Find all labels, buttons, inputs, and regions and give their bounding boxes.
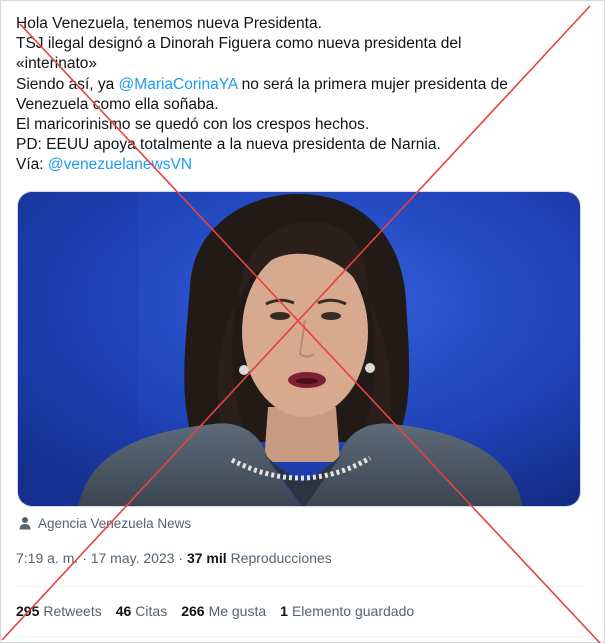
tweet-line: Hola Venezuela, tenemos nueva Presidenta… bbox=[16, 15, 322, 32]
tweet-line-text: no será la primera mujer presidenta de bbox=[237, 75, 508, 93]
quotes-stat[interactable]: 46 Citas bbox=[116, 603, 167, 619]
tweet-photo[interactable] bbox=[17, 191, 581, 507]
views-label: Reproducciones bbox=[230, 550, 332, 566]
retweets-stat[interactable]: 295 Retweets bbox=[16, 603, 102, 619]
tweet-line: TSJ ilegal designó a Dinorah Figuera com… bbox=[16, 35, 462, 53]
meta-separator: · bbox=[174, 550, 187, 566]
likes-count: 266 bbox=[181, 603, 205, 619]
tweet-date[interactable]: 17 may. 2023 bbox=[91, 550, 175, 566]
tweet-line: «interinato» bbox=[16, 55, 98, 73]
tweet-line: El maricorinismo se quedó con los crespo… bbox=[16, 116, 370, 134]
tweet-line: Venezuela como ella soñaba. bbox=[16, 95, 219, 113]
bookmarks-stat[interactable]: 1 Elemento guardado bbox=[280, 603, 414, 619]
bookmarks-count: 1 bbox=[280, 603, 288, 619]
tweet-time[interactable]: 7:19 a. m. bbox=[16, 550, 78, 566]
divider bbox=[16, 636, 582, 637]
engagement-stats: 295 Retweets 46 Citas 266 Me gusta 1 Element… bbox=[16, 603, 414, 619]
source-name: Agencia Venezuela News bbox=[38, 515, 192, 531]
bookmarks-label: Elemento guardado bbox=[291, 603, 415, 619]
meta-separator: · bbox=[78, 550, 91, 566]
woman-portrait-image bbox=[18, 192, 580, 506]
person-icon bbox=[19, 517, 31, 530]
tweet-line: Vía: @venezuelanewsVN bbox=[16, 155, 591, 175]
divider bbox=[16, 586, 582, 587]
quotes-count: 46 bbox=[115, 603, 132, 619]
mention-link-mariacorina[interactable]: @MariaCorinaYA bbox=[119, 76, 238, 93]
likes-stat[interactable]: 266 Me gusta bbox=[181, 603, 266, 619]
retweets-count: 295 bbox=[16, 603, 40, 619]
views-count: 37 mil bbox=[186, 550, 227, 566]
tweet-text: Hola Venezuela, tenemos nueva Presidenta… bbox=[16, 14, 591, 176]
retweets-label: Retweets bbox=[43, 603, 102, 619]
source-attribution[interactable]: Agencia Venezuela News bbox=[18, 514, 191, 532]
mention-link-venezuelanews[interactable]: @venezuelanewsVN bbox=[48, 156, 192, 173]
tweet-line-text: Vía: bbox=[16, 156, 48, 174]
quotes-label: Citas bbox=[135, 603, 168, 619]
tweet-meta: 7:19 a. m. · 17 may. 2023 · 37 mil Repro… bbox=[16, 550, 332, 566]
tweet-line: PD: EEUU apoya totalmente a la nueva pre… bbox=[16, 136, 441, 154]
tweet-line-text: Siendo así, ya bbox=[16, 75, 119, 93]
tweet-line: Siendo así, ya @MariaCorinaYA no será la… bbox=[16, 75, 591, 95]
likes-label: Me gusta bbox=[208, 603, 267, 619]
